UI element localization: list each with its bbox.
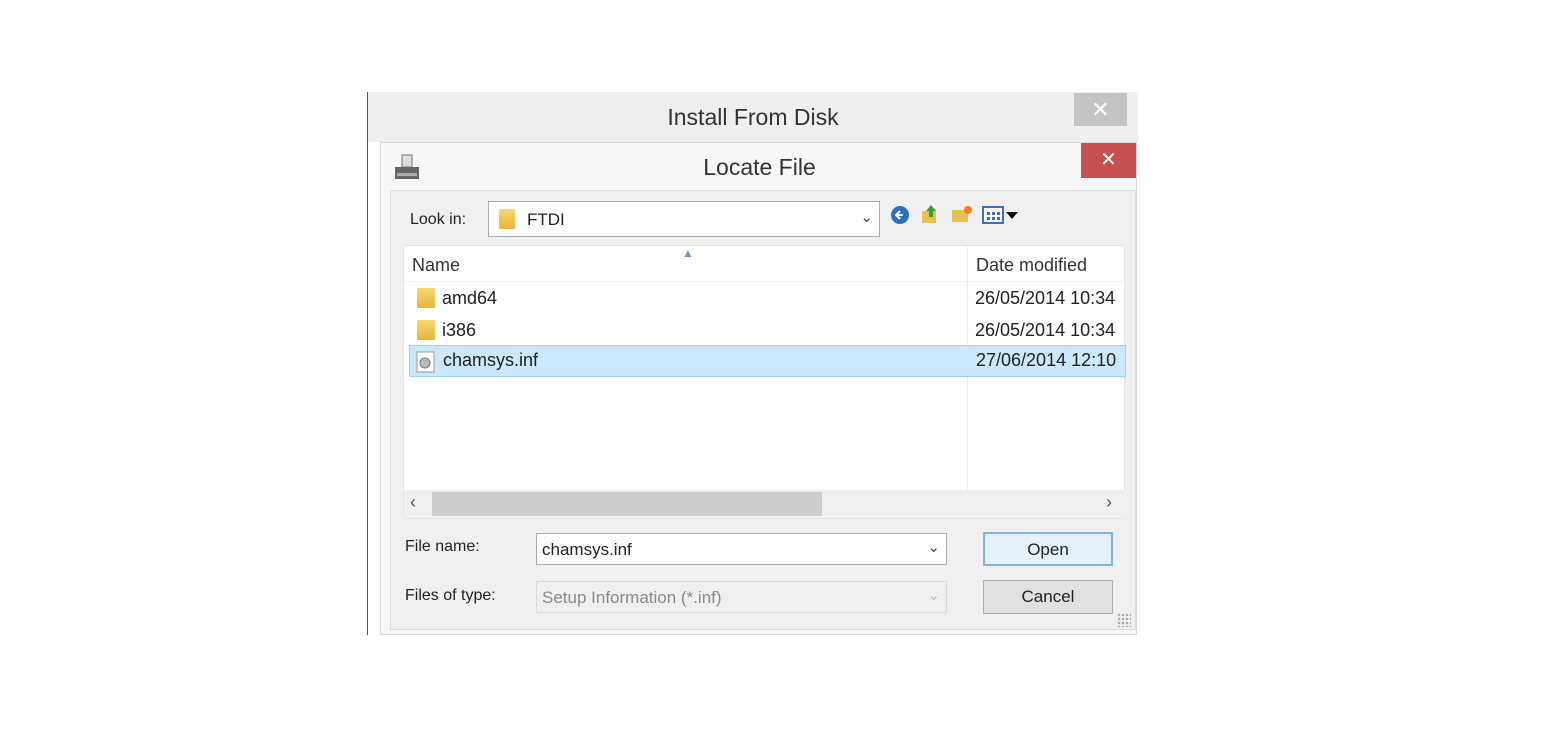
scrollbar-thumb[interactable] — [432, 492, 822, 516]
file-list[interactable]: ▲ Name Date modified amd64 26/05/2014 10… — [403, 245, 1126, 519]
file-type-value: Setup Information (*.inf) — [542, 588, 722, 607]
horizontal-scrollbar[interactable]: ‹ › — [404, 490, 1126, 518]
up-folder-icon[interactable] — [920, 203, 940, 225]
look-in-dropdown[interactable]: FTDI ⌄ — [488, 201, 880, 237]
open-button[interactable]: Open — [983, 532, 1113, 566]
back-icon[interactable] — [890, 205, 910, 225]
look-in-value: FTDI — [527, 210, 565, 229]
background-window-edge — [367, 92, 368, 635]
item-name: chamsys.inf — [443, 350, 539, 370]
resize-grip-icon[interactable] — [1117, 613, 1131, 627]
scroll-right-icon[interactable]: › — [1106, 492, 1112, 513]
locate-file-dialog: Locate File ✕ Look in: FTDI ⌄ ▲ Name Dat… — [380, 142, 1137, 635]
chevron-down-icon: ⌄ — [927, 587, 940, 604]
close-button[interactable]: ✕ — [1081, 143, 1136, 178]
sort-ascending-icon: ▲ — [682, 246, 694, 260]
item-date: 27/06/2014 12:10 — [976, 350, 1117, 370]
list-item[interactable]: amd64 26/05/2014 10:34 — [409, 283, 1126, 315]
file-name-input[interactable]: chamsys.inf ⌄ — [536, 533, 947, 565]
file-type-dropdown[interactable]: Setup Information (*.inf) ⌄ — [536, 581, 947, 613]
list-item-selected[interactable]: chamsys.inf 27/06/2014 12:10 — [409, 345, 1126, 377]
list-item[interactable]: i386 26/05/2014 10:34 — [409, 315, 1126, 347]
scroll-left-icon[interactable]: ‹ — [410, 492, 416, 513]
new-folder-icon[interactable] — [951, 205, 973, 225]
item-name: i386 — [442, 320, 477, 340]
folder-icon — [417, 320, 435, 340]
chevron-down-icon: ⌄ — [860, 209, 873, 226]
outer-close-button[interactable]: ✕ — [1074, 93, 1127, 126]
chevron-down-icon[interactable]: ⌄ — [927, 538, 940, 556]
dialog-body: Look in: FTDI ⌄ ▲ Name Date modified amd… — [390, 190, 1136, 630]
file-name-value: chamsys.inf — [542, 540, 632, 559]
cancel-button[interactable]: Cancel — [983, 580, 1113, 614]
column-name-header[interactable]: Name — [412, 255, 460, 276]
file-name-label: File name: — [405, 538, 480, 555]
look-in-label: Look in: — [410, 211, 467, 228]
file-type-label: Files of type: — [405, 587, 496, 604]
view-menu-icon[interactable] — [982, 205, 1020, 225]
outer-dialog-title: Install From Disk — [667, 104, 839, 130]
item-name: amd64 — [442, 288, 498, 308]
item-date: 26/05/2014 10:34 — [975, 288, 1116, 308]
folder-icon — [499, 209, 515, 229]
dialog-title: Locate File — [703, 154, 816, 180]
inf-file-icon — [416, 351, 435, 373]
item-date: 26/05/2014 10:34 — [975, 320, 1116, 340]
folder-icon — [417, 288, 435, 308]
column-date-header[interactable]: Date modified — [976, 255, 1087, 276]
install-from-disk-titlebar: Install From Disk ✕ — [368, 92, 1138, 142]
